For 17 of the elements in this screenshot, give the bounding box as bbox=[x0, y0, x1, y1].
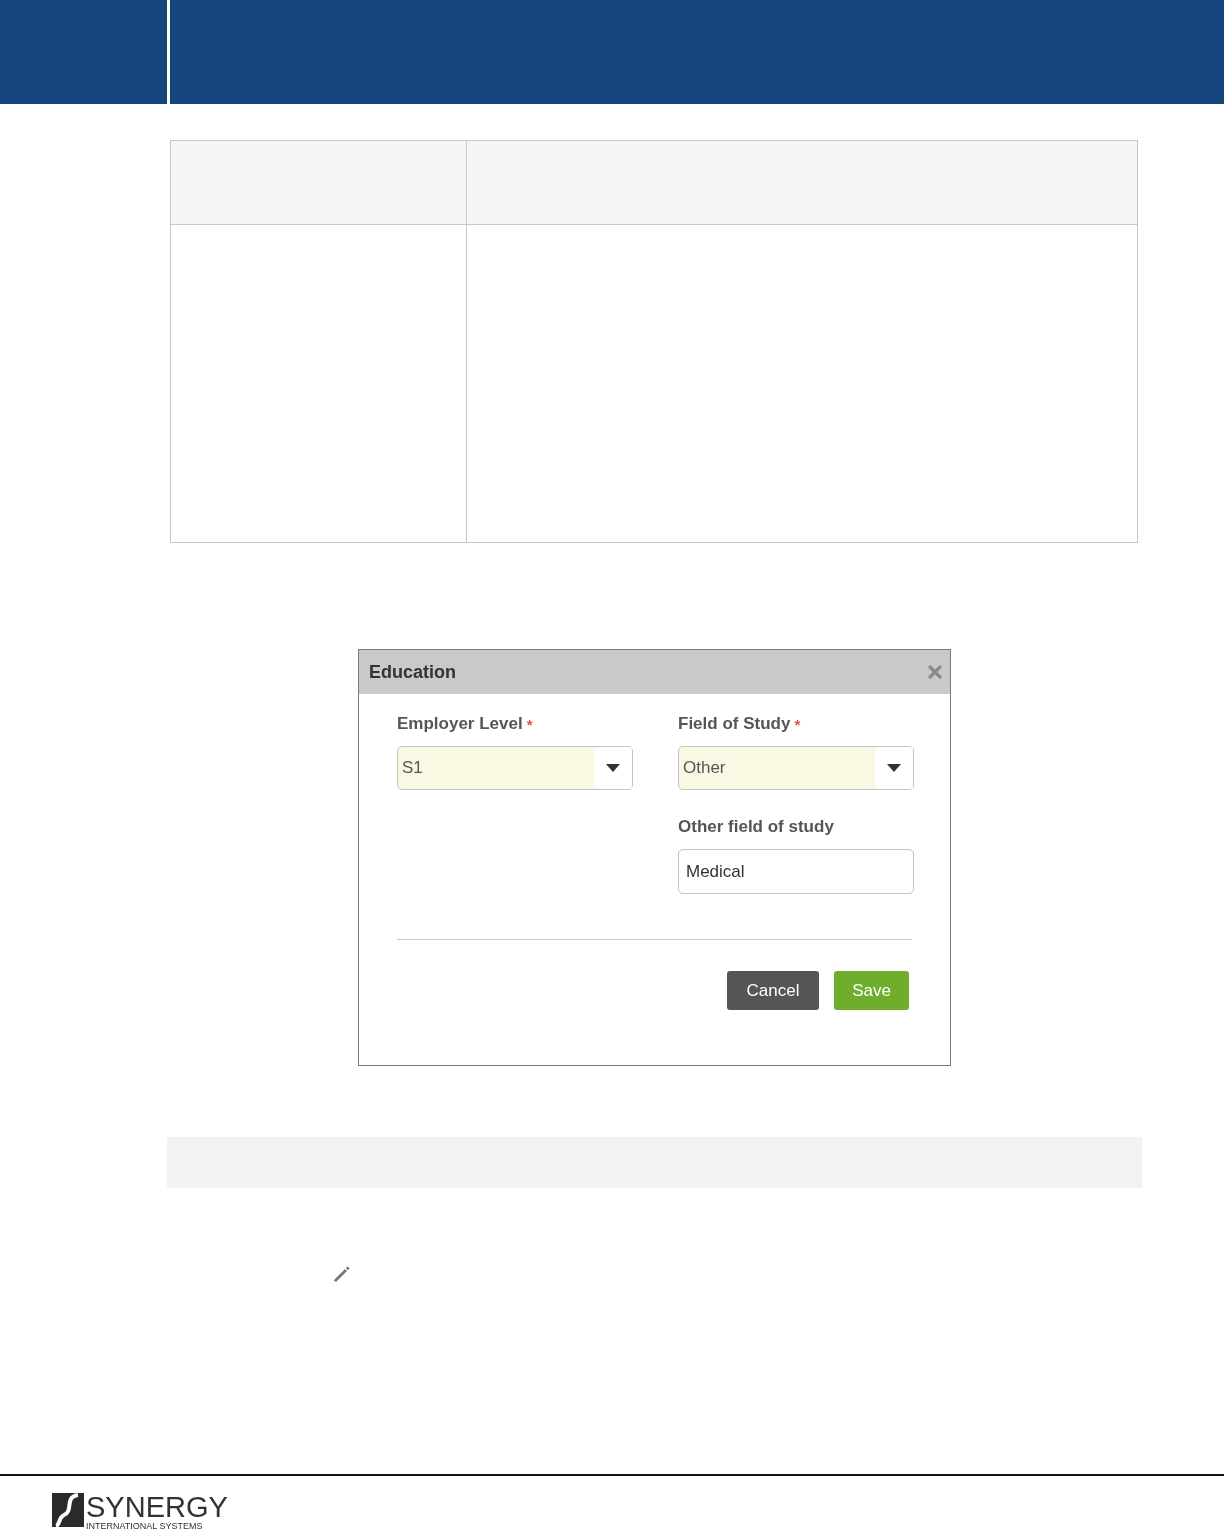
cancel-button[interactable]: Cancel bbox=[727, 971, 819, 1010]
close-icon[interactable] bbox=[928, 665, 942, 679]
dropdown-field[interactable]: Other bbox=[678, 746, 914, 790]
logo-tagline: INTERNATIONAL SYSTEMS bbox=[86, 1522, 204, 1531]
field-label: Field of Study bbox=[678, 714, 791, 734]
caret-icon bbox=[887, 764, 901, 772]
field-label: Employer Level bbox=[397, 714, 523, 734]
caret-icon bbox=[606, 764, 620, 772]
input-field[interactable]: Medical bbox=[678, 849, 914, 894]
logo-name: SYNERGY bbox=[86, 1493, 228, 1522]
field-label: Other field of study bbox=[678, 817, 834, 837]
required-mark: * bbox=[794, 715, 801, 733]
required-mark: * bbox=[526, 715, 533, 733]
dialog-title: Education bbox=[369, 661, 456, 683]
pencil-icon bbox=[331, 1264, 351, 1284]
dropdown-field[interactable]: S1 bbox=[397, 746, 633, 790]
logo-icon bbox=[52, 1493, 84, 1527]
